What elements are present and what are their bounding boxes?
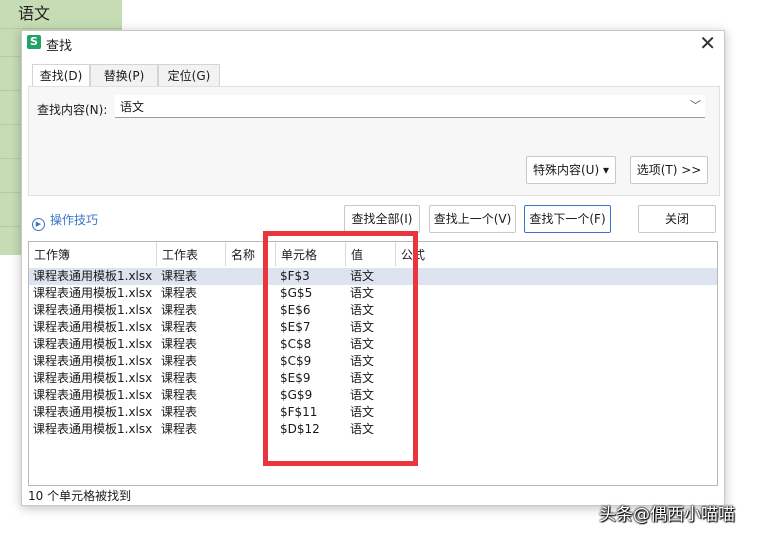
cell-sheet: 课程表 (161, 405, 198, 419)
find-next-button[interactable]: 查找下一个(F) (524, 205, 611, 233)
special-content-button[interactable]: 特殊内容(U) ▾ (526, 156, 616, 184)
watermark: 头条@偶西小喵喵 (599, 505, 735, 525)
grid-line (0, 28, 122, 29)
cell-workbook: 课程表通用模板1.xlsx (33, 286, 153, 300)
close-icon[interactable]: ✕ (699, 32, 716, 54)
wps-app-icon: S (27, 35, 41, 49)
annotation-highlight-box (263, 231, 418, 466)
cell-workbook: 课程表通用模板1.xlsx (33, 303, 153, 317)
find-input-value[interactable]: 语文 (120, 98, 144, 115)
cell-sheet: 课程表 (161, 303, 198, 317)
status-text: 10 个单元格被找到 (28, 489, 132, 503)
chevron-down-icon[interactable]: ﹀ (690, 97, 701, 113)
cell-workbook: 课程表通用模板1.xlsx (33, 269, 153, 283)
find-input[interactable]: 语文 ﹀ (115, 95, 705, 118)
play-icon: ▶ (32, 218, 45, 231)
tips-link-label: 操作技巧 (50, 213, 99, 227)
cell-workbook: 课程表通用模板1.xlsx (33, 354, 153, 368)
find-panel: 查找内容(N): 语文 ﹀ 特殊内容(U) ▾ 选项(T) >> (28, 86, 720, 196)
cell-sheet: 课程表 (161, 354, 198, 368)
cell-workbook: 课程表通用模板1.xlsx (33, 405, 153, 419)
tab-goto[interactable]: 定位(G) (158, 64, 220, 88)
column-header-workbook[interactable]: 工作簿 (29, 242, 157, 266)
cell-workbook: 课程表通用模板1.xlsx (33, 422, 153, 436)
find-label: 查找内容(N): (37, 103, 108, 117)
tips-link[interactable]: ▶ 操作技巧 (32, 211, 98, 231)
close-button[interactable]: 关闭 (638, 205, 716, 233)
cell-sheet: 课程表 (161, 371, 198, 385)
cell-workbook: 课程表通用模板1.xlsx (33, 320, 153, 334)
cell-sheet: 课程表 (161, 388, 198, 402)
dialog-titlebar[interactable]: S 查找 ✕ (22, 31, 724, 57)
column-header-sheet[interactable]: 工作表 (157, 242, 226, 266)
cell-workbook: 课程表通用模板1.xlsx (33, 371, 153, 385)
cell-sheet: 课程表 (161, 286, 198, 300)
dropdown-arrow-icon: ▾ (602, 163, 609, 177)
tab-replace[interactable]: 替换(P) (90, 64, 158, 88)
cell-sheet: 课程表 (161, 422, 198, 436)
cell-sheet: 课程表 (161, 320, 198, 334)
find-all-button[interactable]: 查找全部(I) (344, 205, 420, 233)
cell-workbook: 课程表通用模板1.xlsx (33, 388, 153, 402)
cell-workbook: 课程表通用模板1.xlsx (33, 337, 153, 351)
cell-sheet: 课程表 (161, 269, 198, 283)
sheet-cell-value[interactable]: 语文 (18, 0, 50, 24)
find-previous-button[interactable]: 查找上一个(V) (429, 205, 516, 233)
options-button[interactable]: 选项(T) >> (630, 156, 708, 184)
dialog-title: 查找 (46, 39, 73, 54)
special-content-label: 特殊内容(U) (532, 163, 600, 177)
cell-sheet: 课程表 (161, 337, 198, 351)
